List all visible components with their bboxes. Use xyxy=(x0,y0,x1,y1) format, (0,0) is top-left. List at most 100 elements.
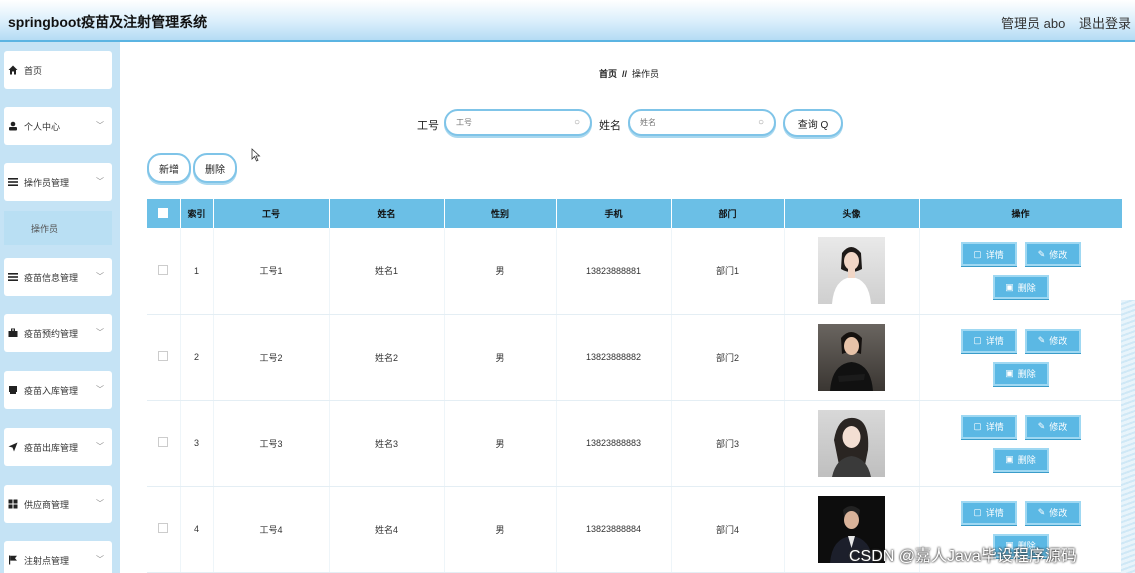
phone-cell: 13823888882 xyxy=(556,314,672,401)
add-button[interactable]: 新增 xyxy=(147,153,191,183)
actions-cell: ▢ 详情 ✎ 修改 ▣ 删除 xyxy=(919,400,1122,487)
detail-label: 详情 xyxy=(985,508,1004,518)
select-all-checkbox[interactable] xyxy=(158,207,169,218)
column-header: 姓名 xyxy=(329,199,445,228)
id-cell: 工号1 xyxy=(213,228,330,315)
logout-link[interactable]: 退出登录 xyxy=(1079,13,1131,32)
sidebar-subitem-operator[interactable]: 操作员 xyxy=(4,211,112,245)
phone-cell: 13823888883 xyxy=(556,400,672,487)
detail-button[interactable]: ▢ 详情 xyxy=(960,500,1017,525)
delete-button[interactable]: ▣ 删除 xyxy=(992,447,1049,472)
row-select-cell xyxy=(147,486,181,573)
chevron-down-icon: ﹀ xyxy=(96,121,104,130)
sidebar-item-label: 个人中心 xyxy=(24,121,61,132)
edit-button[interactable]: ✎ 修改 xyxy=(1024,500,1081,525)
sidebar-item-vaccine-stock-in[interactable]: 疫苗入库管理 ﹀ xyxy=(4,371,112,409)
home-icon xyxy=(8,65,18,75)
delete-label: 删除 xyxy=(1017,369,1036,379)
gender-cell: 男 xyxy=(444,400,557,487)
detail-label: 详情 xyxy=(985,249,1004,260)
search-button[interactable]: 查询 Q xyxy=(783,109,843,137)
dept-cell: 部门3 xyxy=(671,400,785,487)
sidebar-item-injection-sites[interactable]: 注射点管理 ﹀ xyxy=(4,541,112,573)
avatar-cell xyxy=(784,314,920,401)
search-name-input[interactable] xyxy=(630,111,774,134)
row-select-cell xyxy=(147,314,181,401)
search-id-input[interactable] xyxy=(446,111,590,134)
user-icon xyxy=(8,121,18,131)
detail-label: 详情 xyxy=(985,336,1004,346)
sidebar-item-label: 注射点管理 xyxy=(24,555,70,566)
phone-cell: 13823888884 xyxy=(556,486,672,573)
watermark: CSDN @嘉人Java毕设程序源码 xyxy=(849,548,1077,565)
table-row: 1 工号1 姓名1 男 13823888881 部门1 ▢ 详情 ✎ 修改 ▣ … xyxy=(147,228,1122,315)
name-cell: 姓名4 xyxy=(329,486,445,573)
pencil-icon: ✎ xyxy=(1037,335,1046,345)
dept-cell: 部门1 xyxy=(671,228,785,315)
sidebar-item-profile[interactable]: 个人中心 ﹀ xyxy=(4,107,112,145)
row-checkbox[interactable] xyxy=(158,437,169,447)
sidebar-item-label: 首页 xyxy=(24,65,43,76)
row-checkbox[interactable] xyxy=(158,351,169,361)
detail-label: 详情 xyxy=(985,422,1004,432)
edit-button[interactable]: ✎ 修改 xyxy=(1024,242,1081,267)
briefcase-icon xyxy=(8,328,18,338)
breadcrumb-home[interactable]: 首页 xyxy=(599,69,617,79)
name-cell: 姓名1 xyxy=(329,228,445,315)
column-header: 操作 xyxy=(919,199,1122,228)
row-checkbox[interactable] xyxy=(158,523,169,533)
detail-button[interactable]: ▢ 详情 xyxy=(960,414,1017,439)
actions-cell: ▢ 详情 ✎ 修改 ▣ 删除 xyxy=(919,314,1122,401)
column-header: 索引 xyxy=(180,199,214,228)
edit-label: 修改 xyxy=(1049,422,1068,432)
row-checkbox[interactable] xyxy=(158,264,169,275)
top-header: springboot疫苗及注射管理系统 管理员 abo 退出登录 xyxy=(0,0,1135,42)
index-cell: 1 xyxy=(180,228,214,315)
pencil-icon: ✎ xyxy=(1037,248,1046,259)
chevron-down-icon: ﹀ xyxy=(96,385,104,394)
search-icon: ○ xyxy=(573,117,580,128)
name-cell: 姓名3 xyxy=(329,400,445,487)
search-icon: ○ xyxy=(757,117,764,128)
index-cell: 3 xyxy=(180,400,214,487)
sidebar-item-operators[interactable]: 操作员管理 ﹀ xyxy=(4,163,112,201)
edit-button[interactable]: ✎ 修改 xyxy=(1024,414,1081,439)
delete-label: 删除 xyxy=(1017,282,1036,293)
breadcrumb-current: 操作员 xyxy=(632,69,660,79)
gender-cell: 男 xyxy=(444,314,557,401)
avatar-cell xyxy=(784,228,920,315)
sidebar-item-suppliers[interactable]: 供应商管理 ﹀ xyxy=(4,485,112,523)
detail-button[interactable]: ▢ 详情 xyxy=(960,328,1017,353)
delete-label: 删除 xyxy=(1017,455,1036,465)
detail-button[interactable]: ▢ 详情 xyxy=(960,242,1017,267)
breadcrumb: 首页 // 操作员 xyxy=(599,67,659,80)
batch-delete-button[interactable]: 删除 xyxy=(193,153,237,183)
edit-label: 修改 xyxy=(1049,249,1068,260)
row-select-cell xyxy=(147,400,181,487)
edit-label: 修改 xyxy=(1049,336,1068,346)
document-icon: ▢ xyxy=(973,421,982,431)
chevron-down-icon: ﹀ xyxy=(96,272,104,281)
trash-icon: ▣ xyxy=(1005,454,1014,464)
column-header: 头像 xyxy=(784,199,920,228)
avatar xyxy=(818,323,885,391)
column-header: 工号 xyxy=(213,199,330,228)
sidebar-item-label: 疫苗预约管理 xyxy=(24,328,79,339)
search-id-input-wrap: ○ xyxy=(444,109,592,136)
delete-button[interactable]: ▣ 删除 xyxy=(992,361,1049,386)
column-header: 手机 xyxy=(556,199,672,228)
pencil-icon: ✎ xyxy=(1037,421,1046,431)
breadcrumb-separator: // xyxy=(622,69,628,79)
flag-icon xyxy=(8,555,18,565)
sidebar-item-home[interactable]: 首页 xyxy=(4,51,112,89)
edit-button[interactable]: ✎ 修改 xyxy=(1024,328,1081,353)
chevron-down-icon: ﹀ xyxy=(96,328,104,337)
avatar xyxy=(818,237,885,305)
sidebar-item-vaccine-booking[interactable]: 疫苗预约管理 ﹀ xyxy=(4,314,112,352)
delete-button[interactable]: ▣ 删除 xyxy=(992,275,1049,300)
gender-cell: 男 xyxy=(444,228,557,315)
sidebar-item-vaccine-stock-out[interactable]: 疫苗出库管理 ﹀ xyxy=(4,428,112,466)
sidebar-item-label: 疫苗出库管理 xyxy=(24,442,79,453)
sidebar-item-vaccine-info[interactable]: 疫苗信息管理 ﹀ xyxy=(4,258,112,296)
index-cell: 2 xyxy=(180,314,214,401)
